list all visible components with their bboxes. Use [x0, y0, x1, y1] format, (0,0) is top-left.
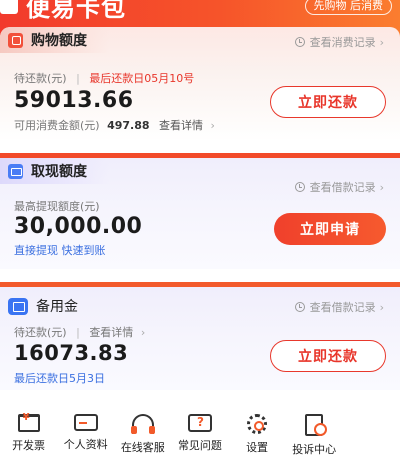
clock-icon — [294, 302, 305, 312]
cash-credit-tag: 取现额度 — [0, 158, 109, 184]
shopping-credit-card: 购物额度 查看消费记录 › 待还款(元) | 最后还款日05月10号 59013… — [0, 27, 400, 141]
complaint-icon — [305, 414, 328, 436]
due-amount: 16073.83 — [14, 341, 129, 365]
available-line: 可用消费金额(元) 497.88 查看详情 › — [14, 117, 215, 133]
available-label: 可用消费金额(元) — [14, 119, 100, 132]
faq-icon — [187, 414, 212, 432]
clock-icon — [294, 182, 305, 192]
reserve-fund-icon — [8, 297, 28, 315]
clock-icon — [294, 37, 305, 47]
record-link-label: 查看借款记录 — [309, 181, 376, 194]
grid-item-label: 设置 — [246, 441, 269, 454]
chevron-right-icon: › — [210, 119, 215, 132]
view-consumption-records-link[interactable]: 查看消费记录 › — [294, 34, 384, 50]
grid-item-label: 在线客服 — [120, 441, 165, 454]
grid-item-faq[interactable]: 常见问题 — [171, 408, 228, 468]
last-repay-date: 最后还款日05月10号 — [89, 72, 195, 85]
reserve-fund-card: 备用金 查看借款记录 › 待还款(元) | 查看详情 › 16073.83 最后… — [0, 282, 400, 390]
cash-credit-card: 取现额度 查看借款记录 › 最高提现额度(元) 30,000.00 直接提现 快… — [0, 153, 400, 269]
grid-item-label: 投诉中心 — [292, 443, 337, 456]
view-details-label: 查看详情 — [159, 119, 204, 132]
headset-icon — [130, 414, 155, 434]
repay-now-button[interactable]: 立即还款 — [270, 86, 386, 118]
app-title: 便易卡包 — [26, 0, 126, 22]
due-line: 待还款(元) | 查看详情 › — [14, 324, 145, 340]
cash-credit-title: 取现额度 — [31, 164, 87, 180]
apply-now-button[interactable]: 立即申请 — [274, 213, 386, 245]
due-label: 待还款(元) — [14, 72, 67, 85]
shopping-credit-title: 购物额度 — [31, 33, 87, 49]
cash-icon — [8, 163, 23, 179]
view-loan-records-link[interactable]: 查看借款记录 › — [294, 179, 384, 195]
chevron-right-icon: › — [379, 180, 384, 194]
view-loan-records-link[interactable]: 查看借款记录 › — [294, 299, 384, 315]
shopping-credit-tag: 购物额度 — [0, 27, 109, 53]
last-repay-date: 最后还款日5月3日 — [14, 372, 105, 385]
promo-text: 直接提现 快速到账 — [14, 244, 106, 257]
max-withdraw-label: 最高提现额度(元) — [14, 200, 100, 213]
divider: | — [76, 326, 80, 339]
record-link-label: 查看借款记录 — [309, 301, 376, 314]
divider: | — [76, 72, 80, 85]
app-logo-icon — [0, 0, 18, 14]
record-link-label: 查看消费记录 — [309, 36, 376, 49]
wallet-icon — [8, 32, 23, 48]
reserve-fund-title: 备用金 — [36, 299, 78, 315]
grid-item-label: 开发票 — [12, 439, 46, 452]
chevron-right-icon: › — [379, 35, 384, 49]
invoice-icon — [17, 412, 40, 432]
gear-icon — [247, 414, 268, 434]
grid-item-settings[interactable]: 设置 — [229, 408, 286, 468]
id-card-icon — [73, 414, 98, 431]
grid-item-label: 个人资料 — [63, 438, 108, 451]
reserve-fund-tag: 备用金 — [0, 293, 100, 319]
available-value: 497.88 — [107, 119, 150, 132]
chevron-right-icon: › — [140, 326, 146, 339]
view-details-link[interactable]: 查看详情 › — [89, 326, 145, 339]
due-line: 待还款(元) | 最后还款日05月10号 — [14, 70, 194, 86]
grid-item-complaints[interactable]: 投诉中心 — [286, 408, 343, 468]
due-label: 待还款(元) — [14, 326, 67, 339]
view-details-link[interactable]: 查看详情 › — [159, 119, 215, 132]
slogan-badge: 先购物 后消费 — [304, 0, 392, 15]
grid-item-label: 常见问题 — [177, 439, 222, 452]
grid-item-invoice[interactable]: 开发票 — [0, 408, 57, 468]
grid-item-support[interactable]: 在线客服 — [114, 408, 171, 468]
due-amount: 59013.66 — [14, 88, 134, 113]
chevron-right-icon: › — [379, 300, 384, 314]
max-withdraw-amount: 30,000.00 — [14, 214, 143, 239]
grid-item-profile[interactable]: 个人资料 — [57, 408, 114, 468]
view-details-label: 查看详情 — [89, 326, 134, 339]
service-grid: 开发票 个人资料 在线客服 常见问题 设置 投诉中心 — [0, 408, 400, 468]
repay-now-button[interactable]: 立即还款 — [270, 340, 386, 372]
